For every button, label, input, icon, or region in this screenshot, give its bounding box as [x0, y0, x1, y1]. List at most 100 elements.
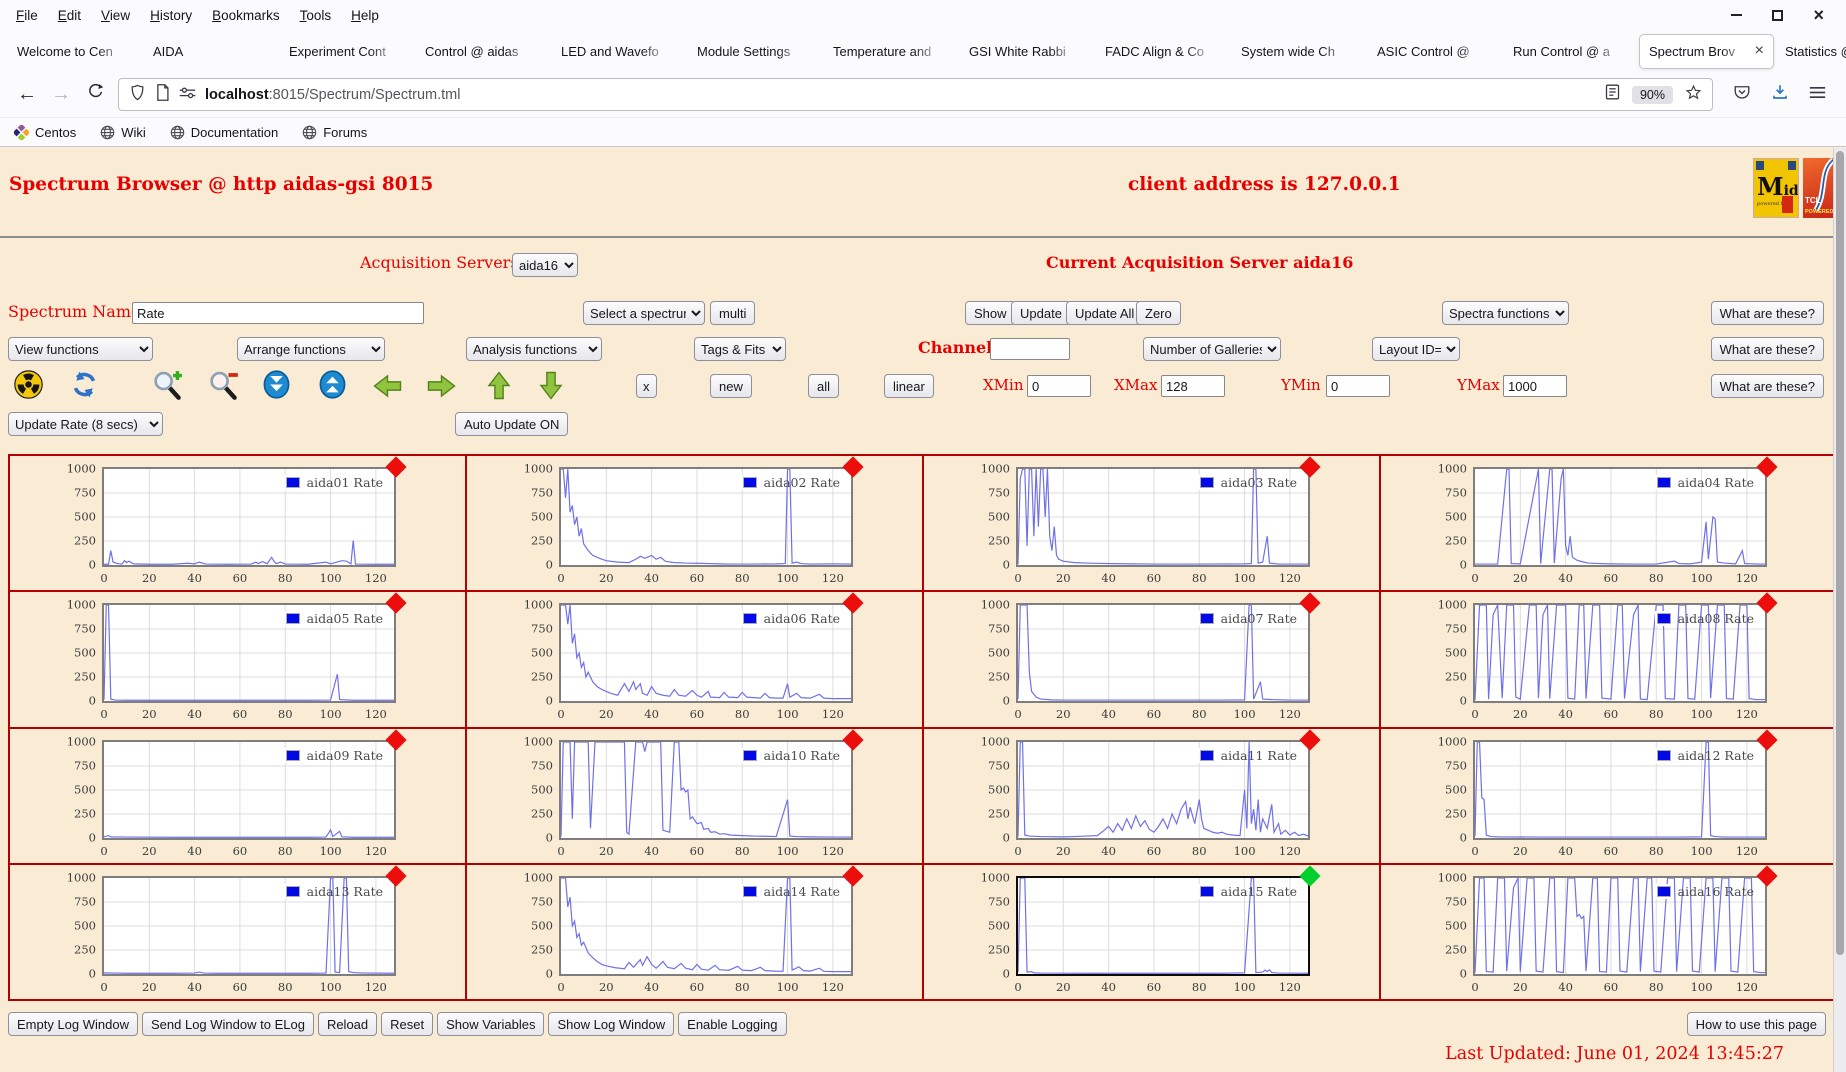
spectrum-panel-aida04[interactable]: 1000 750 500 250 0 0 20 40 60 80 100 120 aida04 Rate	[1381, 456, 1836, 591]
spectrum-panel-aida07[interactable]: 1000 750 500 250 0 0 20 40 60 80 100 120 aida07 Rate	[924, 592, 1379, 727]
expand-y-icon[interactable]	[318, 370, 347, 399]
how-to-use-button[interactable]: How to use this page	[1686, 1012, 1826, 1036]
tab-3[interactable]: Experiment Cont	[280, 35, 413, 68]
plot-area[interactable]: 1000 750 500 250 0 0 20 40 60 80 100 120 aida09 Rate	[67, 728, 407, 858]
new-button[interactable]: new	[710, 374, 752, 398]
bookmark-star-icon[interactable]	[1685, 84, 1702, 106]
plot-area[interactable]: 1000 750 500 250 0 0 20 40 60 80 100 120 aida08 Rate	[1438, 592, 1778, 721]
show-button[interactable]: Show	[965, 301, 1016, 325]
spectrum-name-input[interactable]	[132, 302, 424, 324]
bookmark-wiki[interactable]: Wiki	[100, 125, 146, 140]
permissions-icon[interactable]	[179, 85, 196, 105]
plot-area[interactable]: 1000 750 500 250 0 0 20 40 60 80 100 120 aida03 Rate	[981, 456, 1321, 585]
select-spectrum-dropdown[interactable]: Select a spectrum	[583, 301, 705, 325]
empty-log-window-button[interactable]: Empty Log Window	[8, 1012, 138, 1036]
tab-2[interactable]: AIDA	[144, 35, 277, 68]
reset-button[interactable]: Reset	[381, 1012, 434, 1036]
refresh-icon[interactable]	[70, 370, 99, 399]
reload-button[interactable]: Reload	[317, 1012, 378, 1036]
xmin-input[interactable]	[1027, 375, 1091, 397]
arrange-functions-dropdown[interactable]: Arrange functions	[237, 337, 385, 361]
update-all-button[interactable]: Update All	[1066, 301, 1144, 325]
zero-button[interactable]: Zero	[1136, 301, 1181, 325]
plot-area[interactable]: 1000 750 500 250 0 0 20 40 60 80 100 120 aida01 Rate	[67, 456, 407, 585]
what-are-these-button-3[interactable]: What are these?	[1710, 374, 1824, 398]
send-log-window-to-elog-button[interactable]: Send Log Window to ELog	[142, 1012, 314, 1036]
pan-up-icon[interactable]	[486, 370, 512, 401]
x-button[interactable]: x	[636, 374, 657, 398]
update-button[interactable]: Update	[1011, 301, 1071, 325]
spectrum-panel-aida06[interactable]: 1000 750 500 250 0 0 20 40 60 80 100 120 aida06 Rate	[467, 592, 922, 727]
tab-4[interactable]: Control @ aidas	[416, 35, 549, 68]
spectrum-panel-aida15[interactable]: 1000 750 500 250 0 0 20 40 60 80 100 120 aida15 Rate	[924, 864, 1379, 999]
show-log-window-button[interactable]: Show Log Window	[548, 1012, 675, 1036]
view-functions-dropdown[interactable]: View functions	[8, 337, 153, 361]
spectra-functions-dropdown[interactable]: Spectra functions	[1442, 301, 1569, 325]
what-are-these-button-2[interactable]: What are these?	[1710, 337, 1824, 361]
tab-10[interactable]: System wide Ch	[1232, 35, 1365, 68]
menu-bookmarks[interactable]: Bookmarks	[202, 5, 290, 26]
layout-id-dropdown[interactable]: Layout ID=1	[1372, 337, 1460, 361]
bookmark-centos[interactable]: Centos	[14, 124, 76, 140]
plot-area[interactable]: 1000 750 500 250 0 0 20 40 60 80 100 120 aida06 Rate	[524, 592, 864, 721]
linear-button[interactable]: linear	[884, 374, 934, 398]
zoom-out-icon[interactable]	[208, 370, 239, 401]
show-variables-button[interactable]: Show Variables	[437, 1012, 545, 1036]
tab-1[interactable]: Welcome to Cen	[8, 35, 141, 68]
multi-button[interactable]: multi	[710, 301, 756, 325]
reader-mode-icon[interactable]	[1605, 84, 1620, 105]
menu-history[interactable]: History	[140, 5, 202, 26]
xmax-input[interactable]	[1161, 375, 1225, 397]
tab-9[interactable]: FADC Align & Co	[1096, 35, 1229, 68]
plot-area[interactable]: 1000 750 500 250 0 0 20 40 60 80 100 120 aida12 Rate	[1438, 728, 1778, 858]
zoom-in-icon[interactable]	[152, 370, 183, 401]
spectrum-panel-aida10[interactable]: 1000 750 500 250 0 0 20 40 60 80 100 120 aida10 Rate	[467, 728, 922, 863]
shrink-y-icon[interactable]	[262, 370, 291, 399]
spectrum-panel-aida14[interactable]: 1000 750 500 250 0 0 20 40 60 80 100 120 aida14 Rate	[467, 864, 922, 999]
plot-area[interactable]: 1000 750 500 250 0 0 20 40 60 80 100 120 aida04 Rate	[1438, 456, 1778, 585]
tab-14[interactable]: Statistics @ aida	[1776, 35, 1846, 68]
plot-area[interactable]: 1000 750 500 250 0 0 20 40 60 80 100 120 aida02 Rate	[524, 456, 864, 585]
menu-view[interactable]: View	[91, 5, 140, 26]
plot-area[interactable]: 1000 750 500 250 0 0 20 40 60 80 100 120 aida11 Rate	[981, 728, 1321, 858]
url-bar[interactable]: localhost:8015/Spectrum/Spectrum.tml 90%	[118, 78, 1713, 111]
auto-update-button[interactable]: Auto Update ON	[455, 412, 569, 436]
page-zoom-indicator[interactable]: 90%	[1631, 85, 1673, 104]
spectrum-panel-aida11[interactable]: 1000 750 500 250 0 0 20 40 60 80 100 120 aida11 Rate	[924, 728, 1379, 863]
update-rate-dropdown[interactable]: Update Rate (8 secs)	[8, 412, 163, 436]
back-button[interactable]: ←	[10, 83, 44, 106]
plot-area[interactable]: 1000 750 500 250 0 0 20 40 60 80 100 120 aida15 Rate	[981, 865, 1321, 994]
what-are-these-button-1[interactable]: What are these?	[1710, 301, 1824, 325]
tab-7[interactable]: Temperature and	[824, 35, 957, 68]
tab-6[interactable]: Module Settings	[688, 35, 821, 68]
close-icon[interactable]: ×	[1813, 6, 1824, 24]
scrollbar-thumb[interactable]	[1836, 151, 1844, 955]
plot-area[interactable]: 1000 750 500 250 0 0 20 40 60 80 100 120 aida13 Rate	[67, 865, 407, 994]
plot-area[interactable]: 1000 750 500 250 0 0 20 40 60 80 100 120 aida05 Rate	[67, 592, 407, 721]
menu-tools[interactable]: Tools	[290, 5, 342, 26]
menu-hamburger-icon[interactable]	[1809, 85, 1826, 105]
menu-edit[interactable]: Edit	[48, 5, 91, 26]
download-icon[interactable]	[1771, 83, 1789, 106]
spectrum-panel-aida12[interactable]: 1000 750 500 250 0 0 20 40 60 80 100 120 aida12 Rate	[1381, 728, 1836, 863]
url-text[interactable]: localhost:8015/Spectrum/Spectrum.tml	[205, 87, 460, 103]
spectrum-panel-aida01[interactable]: 1000 750 500 250 0 0 20 40 60 80 100 120 aida01 Rate	[10, 456, 465, 591]
plot-area[interactable]: 1000 750 500 250 0 0 20 40 60 80 100 120 aida07 Rate	[981, 592, 1321, 721]
reload-button[interactable]	[78, 83, 112, 106]
tab-11[interactable]: ASIC Control @	[1368, 35, 1501, 68]
minimize-icon[interactable]	[1731, 14, 1743, 16]
tab-8[interactable]: GSI White Rabbi	[960, 35, 1093, 68]
pan-left-icon[interactable]	[372, 373, 403, 399]
pan-down-icon[interactable]	[538, 370, 564, 401]
pan-right-icon[interactable]	[426, 373, 457, 399]
tags-fits-dropdown[interactable]: Tags & Fits	[694, 337, 786, 361]
ymin-input[interactable]	[1326, 375, 1390, 397]
number-of-galleries-dropdown[interactable]: Number of Galleries	[1143, 337, 1281, 361]
page-info-icon[interactable]	[155, 83, 170, 106]
ymax-input[interactable]	[1503, 375, 1567, 397]
tab-13[interactable]: Spectrum Brov ×	[1640, 34, 1773, 68]
all-button[interactable]: all	[808, 374, 840, 398]
enable-logging-button[interactable]: Enable Logging	[678, 1012, 787, 1036]
page-scrollbar[interactable]	[1833, 148, 1846, 1072]
pocket-icon[interactable]	[1733, 83, 1751, 106]
